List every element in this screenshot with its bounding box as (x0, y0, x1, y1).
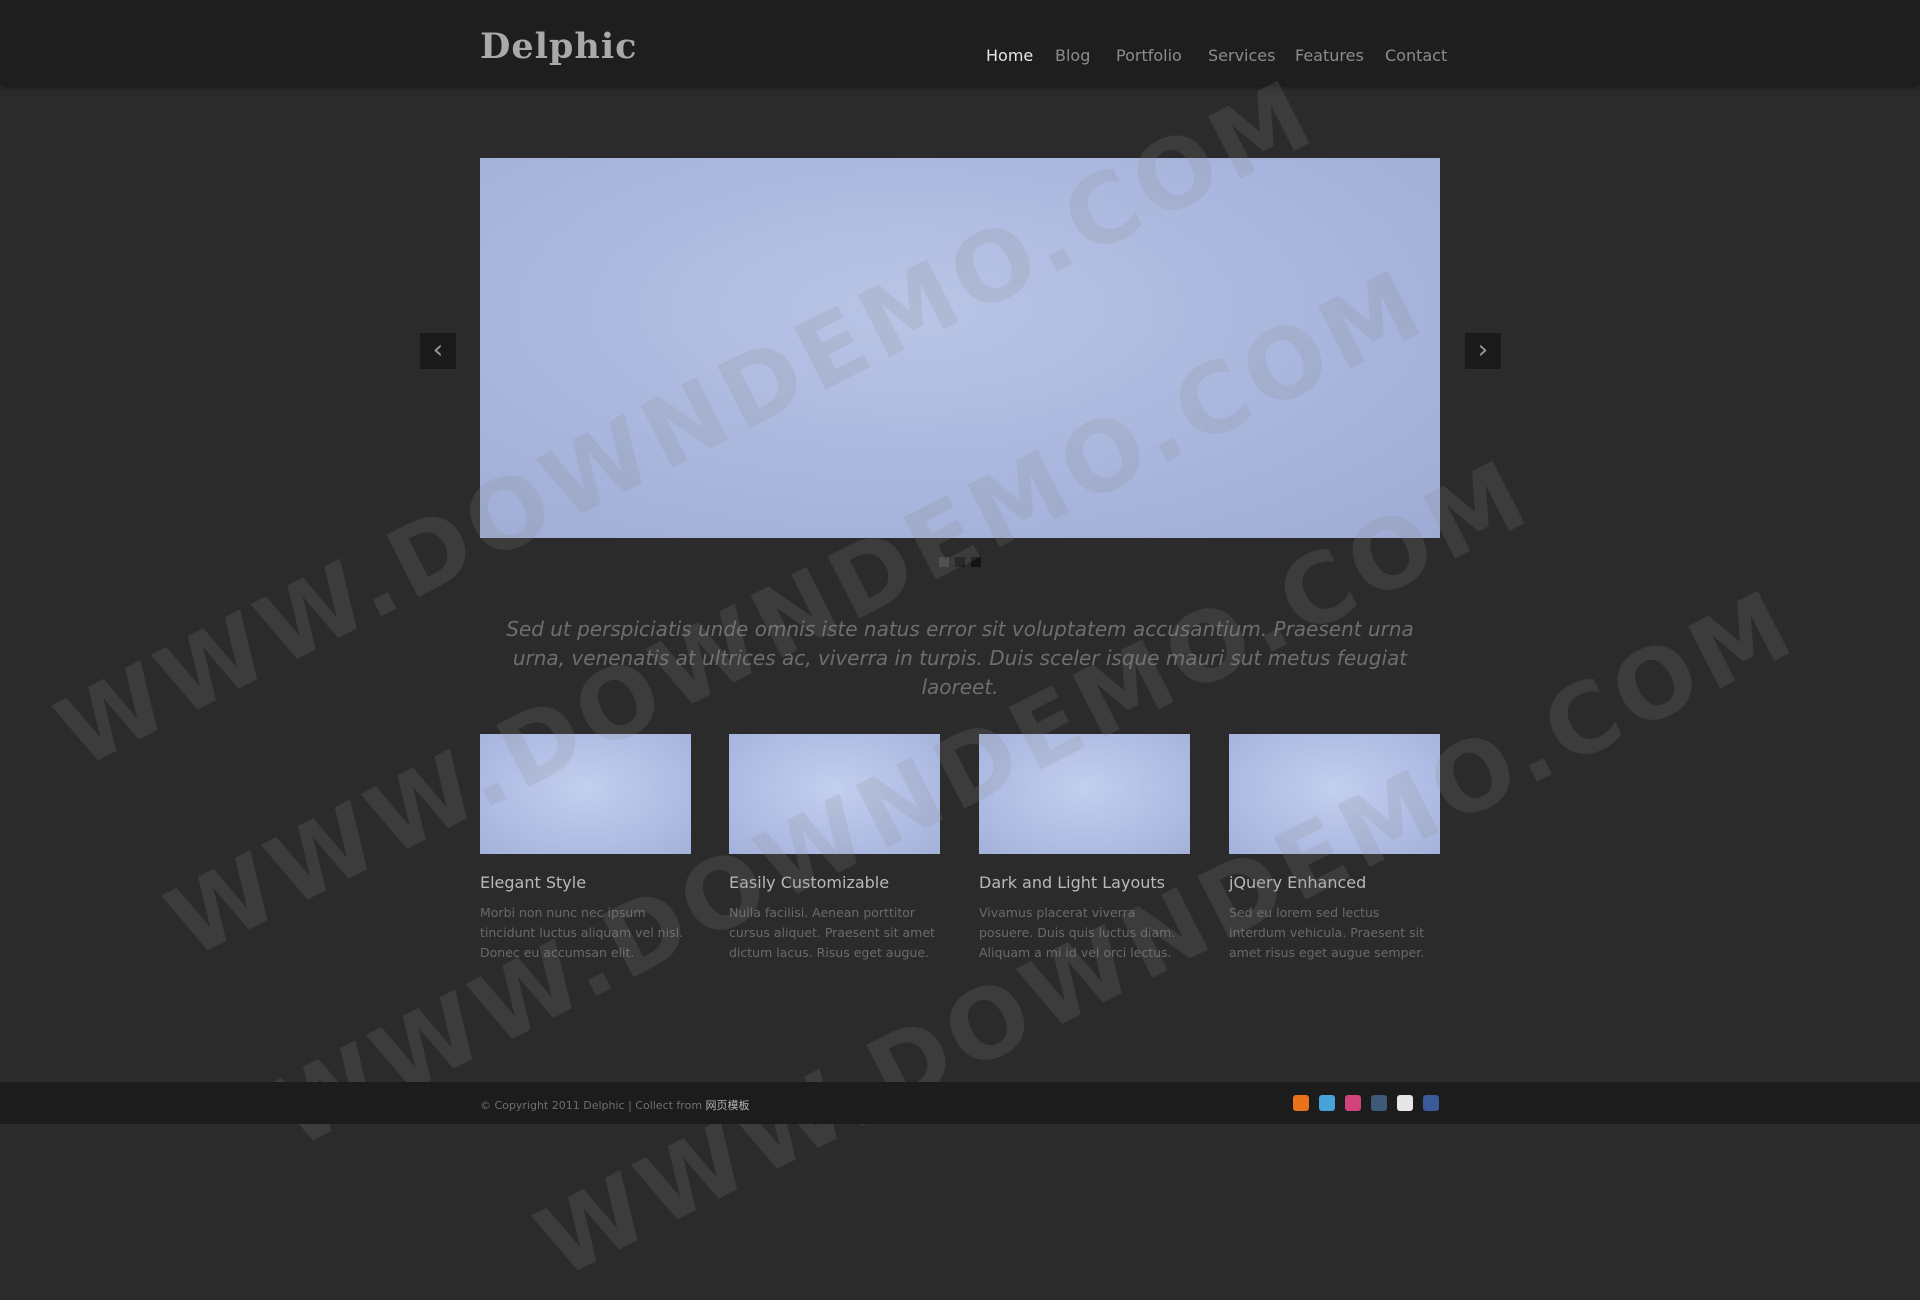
site-logo[interactable]: Delphic (480, 26, 637, 67)
tagline: Sed ut perspiciatis unde omnis iste natu… (506, 617, 1414, 699)
feature-title[interactable]: Elegant Style (480, 873, 691, 892)
feature-text: Nulla facilisi. Aenean porttitor cursus … (729, 905, 935, 960)
feature-thumbnail[interactable] (979, 734, 1190, 854)
collect-link[interactable]: 网页模板 (706, 1099, 750, 1112)
feature-card: Easily Customizable Nulla facilisi. Aene… (729, 734, 940, 963)
feature-text: Morbi non nunc nec ipsum tincidunt luctu… (480, 905, 684, 960)
nav-features[interactable]: Features (1295, 46, 1364, 65)
twitter-icon[interactable] (1319, 1095, 1335, 1111)
feature-thumbnail[interactable] (1229, 734, 1440, 854)
feature-title[interactable]: jQuery Enhanced (1229, 873, 1440, 892)
nav-services[interactable]: Services (1208, 46, 1275, 65)
feature-card: Elegant Style Morbi non nunc nec ipsum t… (480, 734, 691, 963)
nav-contact[interactable]: Contact (1385, 46, 1447, 65)
feature-title[interactable]: Dark and Light Layouts (979, 873, 1190, 892)
nav-home[interactable]: Home (986, 46, 1033, 65)
flickr-icon[interactable] (1397, 1095, 1413, 1111)
nav-blog[interactable]: Blog (1055, 46, 1090, 65)
copyright-text: © Copyright 2011 Delphic | Collect from … (480, 1097, 750, 1113)
chevron-left-icon: ‹ (432, 335, 444, 365)
tumblr-icon[interactable] (1371, 1095, 1387, 1111)
slider-image (480, 158, 1440, 538)
chevron-right-icon: › (1477, 335, 1489, 365)
feature-card: Dark and Light Layouts Vivamus placerat … (979, 734, 1190, 963)
feature-card: jQuery Enhanced Sed eu lorem sed lectus … (1229, 734, 1440, 963)
feature-title[interactable]: Easily Customizable (729, 873, 940, 892)
feature-thumbnail[interactable] (480, 734, 691, 854)
dribbble-icon[interactable] (1345, 1095, 1361, 1111)
slider-dot-2[interactable] (955, 557, 965, 567)
feature-text: Sed eu lorem sed lectus interdum vehicul… (1229, 905, 1425, 960)
site-footer: © Copyright 2011 Delphic | Collect from … (0, 1082, 1920, 1124)
slider-dot-1[interactable] (939, 557, 949, 567)
nav-portfolio[interactable]: Portfolio (1116, 46, 1182, 65)
slider-next-button[interactable]: › (1465, 333, 1501, 369)
feature-text: Vivamus placerat viverra posuere. Duis q… (979, 905, 1176, 960)
facebook-icon[interactable] (1423, 1095, 1439, 1111)
site-header: Delphic Home Blog Portfolio Services Fea… (0, 0, 1920, 85)
feature-thumbnail[interactable] (729, 734, 940, 854)
slider-prev-button[interactable]: ‹ (420, 333, 456, 369)
rss-icon[interactable] (1293, 1095, 1309, 1111)
copyright-label: © Copyright 2011 Delphic | Collect from (480, 1099, 706, 1112)
slider-dot-3[interactable] (971, 557, 981, 567)
